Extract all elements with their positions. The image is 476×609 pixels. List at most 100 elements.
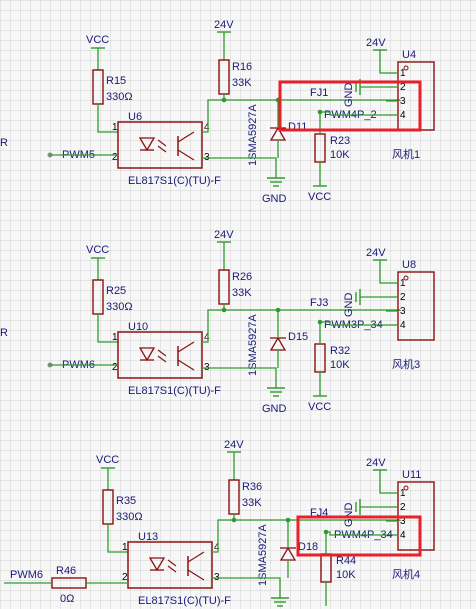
optocoupler-ref: U13 — [138, 531, 158, 543]
connector-pin-2: 2 — [400, 292, 406, 303]
pull-resistor — [92, 69, 104, 105]
optocoupler-ref: U10 — [128, 321, 148, 333]
diode-ref: D15 — [288, 331, 308, 343]
pull-resistor-label: R25 — [106, 285, 126, 297]
connector-pin-2: 2 — [400, 502, 406, 513]
input-resistor-value: 0Ω — [60, 593, 74, 605]
24v-label: 24V — [224, 439, 244, 451]
optocoupler-body — [127, 541, 213, 589]
pull-resistor-value: 330Ω — [106, 301, 133, 313]
light-arrow — [167, 565, 177, 573]
ground-label: GND — [262, 403, 287, 415]
optocoupler-part: EL817S1(C)(TU)-F — [138, 595, 231, 607]
led-triangle — [148, 557, 166, 572]
vcc-label-2: VCC — [308, 401, 331, 413]
opto-pin-2: 2 — [112, 362, 118, 373]
collector-resistor — [218, 269, 230, 305]
connector-pin-3: 3 — [400, 96, 406, 107]
junction-dot — [317, 319, 323, 325]
light-arrow — [157, 349, 167, 357]
base-resistor — [314, 343, 326, 373]
collector-resistor-label: R26 — [232, 271, 252, 283]
fan-driver-block-2: VCCR25330ΩU10EL817S1(C)(TU)-F1243PWM624V… — [47, 229, 435, 415]
junction-dot — [323, 529, 329, 535]
connector-24v-label: 24V — [366, 457, 386, 469]
input-resistor — [51, 577, 87, 589]
transistor-collector — [177, 131, 195, 143]
fan-driver-block-3: VCCR35330ΩU13EL817S1(C)(TU)-F1243PWM6 R46… — [4, 439, 435, 607]
connector-pin-3: 3 — [400, 306, 406, 317]
junction-dot — [317, 109, 323, 115]
base-resistor-label: R44 — [336, 555, 356, 567]
transistor-collector — [177, 341, 195, 353]
connector-pin-1: 1 — [400, 488, 406, 499]
net-fj-label: FJ3 — [310, 297, 328, 309]
junction-dot — [285, 517, 291, 523]
optocoupler-ref: U6 — [128, 111, 142, 123]
base-resistor-value: 10K — [336, 569, 356, 581]
transistor-emitter — [177, 359, 195, 371]
pull-resistor-label: R35 — [116, 495, 136, 507]
pull-resistor-label: R15 — [106, 75, 126, 87]
diode-ref: D18 — [298, 541, 318, 553]
connector-24v-label: 24V — [366, 37, 386, 49]
pull-resistor — [102, 489, 114, 525]
light-arrow — [157, 355, 167, 363]
junction-dot — [275, 307, 281, 313]
connector-pin-4: 4 — [400, 530, 406, 541]
edge-label: R — [0, 327, 8, 339]
zener-part-label: 1SMA5927A — [247, 104, 259, 166]
light-arrow — [157, 139, 167, 147]
opto-pin-1: 1 — [112, 332, 118, 343]
collector-resistor-value: 33K — [242, 497, 262, 509]
fan-label: 风机1 — [392, 147, 420, 161]
collector-resistor — [228, 479, 240, 515]
vcc-label: VCC — [86, 34, 109, 46]
fan-label: 风机4 — [392, 567, 420, 581]
connector-pin-1: 1 — [400, 278, 406, 289]
base-resistor — [320, 553, 332, 583]
opto-pin-4: 4 — [214, 542, 220, 553]
pull-resistor-value: 330Ω — [116, 511, 143, 523]
led-triangle — [138, 347, 156, 362]
zener-part-label: 1SMA5927A — [257, 524, 269, 586]
24v-label: 24V — [214, 229, 234, 241]
collector-resistor — [218, 59, 230, 95]
vcc-label: VCC — [86, 244, 109, 256]
fan-driver-block-1: VCCR15330ΩU6EL817S1(C)(TU)-F1243PWM524VR… — [47, 19, 435, 205]
base-resistor-label: R32 — [330, 345, 350, 357]
pwm-input-label: PWM6 — [10, 569, 43, 581]
zener-part-label: 1SMA5927A — [247, 314, 259, 376]
base-resistor-value: 10K — [330, 149, 350, 161]
schematic-canvas: VCCR15330ΩU6EL817S1(C)(TU)-F1243PWM524VR… — [0, 19, 435, 607]
connector-pin-4: 4 — [400, 320, 406, 331]
ground-label: GND — [262, 193, 287, 205]
wire — [379, 470, 386, 494]
collector-resistor-value: 33K — [232, 77, 252, 89]
connector-ref: U11 — [402, 469, 421, 481]
opto-pin-1: 1 — [122, 542, 128, 553]
connector-ref: U4 — [402, 49, 416, 61]
edge-label: R — [0, 137, 8, 149]
input-resistor-label: R46 — [56, 565, 76, 577]
vcc-label-2: VCC — [308, 191, 331, 203]
base-resistor-value: 10K — [330, 359, 350, 371]
net-fj-label: FJ1 — [310, 87, 328, 99]
vcc-label: VCC — [96, 454, 119, 466]
opto-pin-2: 2 — [112, 152, 118, 163]
zener-diode — [269, 336, 287, 351]
optocoupler-body — [117, 331, 203, 379]
light-arrow — [167, 559, 177, 567]
wire — [379, 50, 386, 74]
base-resistor-label: R23 — [330, 135, 350, 147]
transistor-emitter — [187, 569, 205, 581]
connector-ref: U8 — [402, 259, 416, 271]
opto-pin-1: 1 — [112, 122, 118, 133]
opto-pin-2: 2 — [122, 572, 128, 583]
connector-pin-1: 1 — [400, 68, 406, 79]
optocoupler-part: EL817S1(C)(TU)-F — [128, 385, 221, 397]
collector-resistor-value: 33K — [232, 287, 252, 299]
led-triangle — [138, 137, 156, 152]
light-arrow — [157, 145, 167, 153]
pull-resistor — [92, 279, 104, 315]
